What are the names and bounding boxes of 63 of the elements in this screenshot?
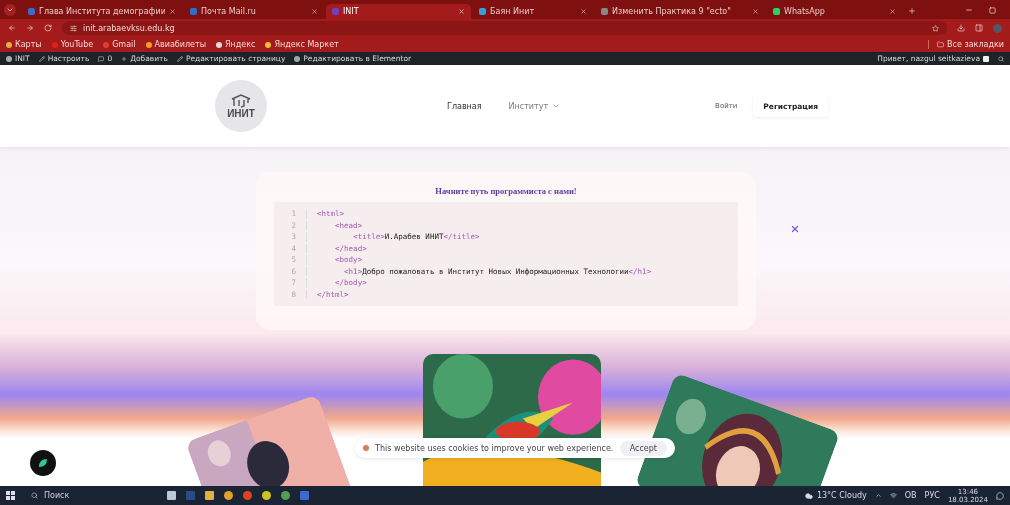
tab-menu-icon[interactable] <box>4 4 16 16</box>
browser-tab[interactable]: Баян Инит <box>473 4 593 19</box>
site-icon <box>215 41 222 48</box>
tray-audio-label: ОВ <box>904 491 917 500</box>
weather-widget[interactable]: 13°C Cloudy <box>804 491 867 500</box>
nav-link[interactable]: Главная <box>447 101 482 111</box>
site-icon <box>265 41 272 48</box>
chat-button[interactable] <box>30 450 56 476</box>
new-tab-icon[interactable] <box>908 7 916 15</box>
minimize-icon[interactable] <box>965 6 973 14</box>
bookmark-link[interactable]: Яндекс <box>215 40 256 49</box>
maximize-icon[interactable] <box>989 6 996 14</box>
hero-heading: Начните путь программиста с нами! <box>435 186 577 196</box>
nav-link[interactable]: Институт <box>508 101 561 111</box>
all-bookmarks-link[interactable]: Все закладки <box>928 40 1004 49</box>
leaf-icon <box>37 457 49 469</box>
plus-icon <box>121 55 128 62</box>
bookmark-star-icon[interactable] <box>932 24 939 32</box>
browser-tab[interactable]: Изменить Практика 9 "ecto" <box>595 4 765 19</box>
browser-tab[interactable]: WhatsApp <box>767 4 902 19</box>
network-icon[interactable] <box>889 492 897 499</box>
cookie-text: This website uses cookies to improve your web experience. <box>375 443 614 453</box>
address-bar[interactable]: init.arabaevksu.edu.kg <box>62 21 947 35</box>
close-icon[interactable] <box>790 224 800 234</box>
pencil-icon <box>38 55 45 62</box>
site-icon <box>601 8 608 15</box>
notifications-icon[interactable] <box>996 491 1004 500</box>
site-icon <box>28 8 35 15</box>
browser-tab[interactable]: Глава Института демографии <box>22 4 182 19</box>
reload-icon[interactable] <box>44 24 52 32</box>
bookmark-link[interactable]: YouTube <box>51 40 94 49</box>
browser-tab[interactable]: INIT <box>326 4 471 19</box>
bookmark-link[interactable]: Карты <box>6 40 42 49</box>
site-icon <box>479 8 486 15</box>
site-icon <box>332 8 339 15</box>
windows-start-icon[interactable] <box>6 491 15 500</box>
site-settings-icon[interactable] <box>70 24 77 32</box>
cloud-icon <box>804 491 813 500</box>
browser-tab[interactable]: Почта Mail.ru <box>184 4 324 19</box>
chevron-down-icon[interactable] <box>552 102 561 110</box>
bookmark-link[interactable]: Gmail <box>103 40 136 49</box>
site-icon <box>773 8 780 15</box>
taskbar-search-field[interactable]: Поиск <box>25 486 157 505</box>
accept-button[interactable]: Accept <box>619 440 667 456</box>
comment-icon <box>98 55 105 62</box>
site-icon <box>145 41 152 48</box>
avatar-icon <box>983 55 989 62</box>
bookmark-link[interactable]: Авиабилеты <box>145 40 206 49</box>
search-icon[interactable] <box>998 55 1004 62</box>
back-icon[interactable] <box>8 24 16 32</box>
site-icon <box>190 8 197 15</box>
pencil-icon <box>176 55 183 62</box>
cookie-icon <box>363 445 369 451</box>
site-logo[interactable]: ИНИТ <box>215 80 267 132</box>
search-icon <box>31 492 38 499</box>
side-panel-icon[interactable] <box>975 24 983 32</box>
forward-icon[interactable] <box>26 24 34 32</box>
language-indicator[interactable]: РУС <box>924 491 940 500</box>
tray-expand-icon[interactable] <box>874 492 882 499</box>
bookmark-link[interactable]: Яндекс Маркет <box>265 40 339 49</box>
site-icon <box>51 41 58 48</box>
download-icon[interactable] <box>957 24 965 32</box>
site-icon <box>103 41 110 48</box>
